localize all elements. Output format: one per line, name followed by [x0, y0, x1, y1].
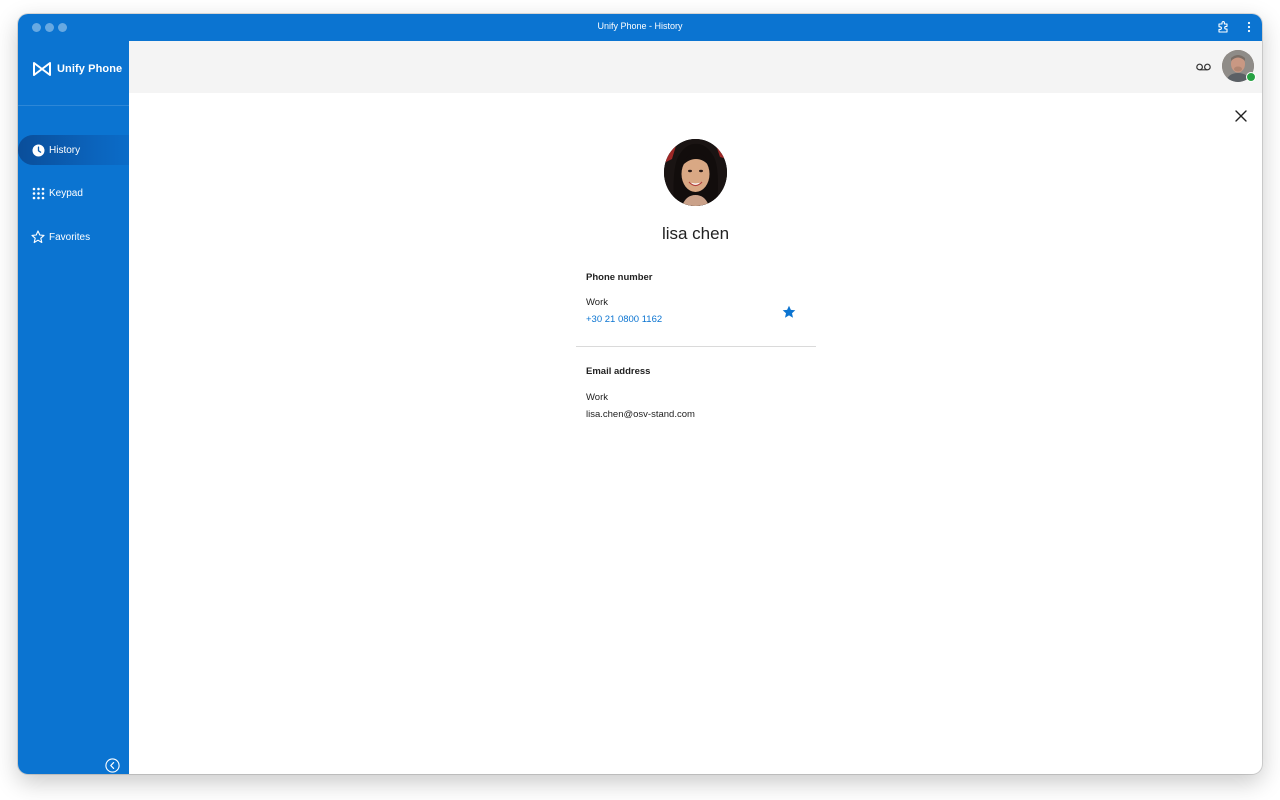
contact-avatar: [664, 139, 727, 206]
collapse-sidebar-button[interactable]: [104, 757, 120, 773]
favorite-toggle-button[interactable]: [781, 304, 797, 320]
voicemail-button[interactable]: [1195, 59, 1211, 75]
app-window: Unify Phone - History Unify Phone Histor…: [18, 14, 1262, 774]
clock-icon: [31, 143, 45, 157]
star-filled-icon: [782, 305, 796, 319]
phone-type-label: Work: [586, 297, 608, 308]
presence-available-icon: [1246, 72, 1256, 82]
sidebar-item-label: Keypad: [49, 187, 83, 199]
close-icon: [1235, 110, 1247, 122]
section-divider: [576, 346, 816, 347]
sidebar-item-history[interactable]: History: [18, 135, 129, 165]
unify-logo-icon: [32, 61, 52, 77]
close-button[interactable]: [1233, 108, 1249, 124]
sidebar-item-label: History: [49, 144, 81, 156]
title-bar: Unify Phone - History: [18, 14, 1262, 41]
user-avatar[interactable]: [1222, 50, 1256, 82]
top-bar: [129, 41, 1262, 93]
brand-name: Unify Phone: [57, 63, 123, 75]
brand[interactable]: Unify Phone: [32, 59, 122, 79]
phone-number-link[interactable]: +30 21 0800 1162: [586, 314, 662, 325]
sidebar: Unify Phone History Keypad Favorites: [18, 41, 129, 774]
extension-icon[interactable]: [1215, 19, 1231, 35]
window-title: Unify Phone - History: [597, 21, 683, 31]
sidebar-item-keypad[interactable]: Keypad: [18, 178, 129, 208]
sidebar-item-label: Favorites: [49, 231, 91, 243]
more-vertical-icon[interactable]: [1241, 19, 1257, 35]
contact-name: lisa chen: [661, 224, 730, 243]
email-type-label: Work: [586, 392, 608, 403]
sidebar-item-favorites[interactable]: Favorites: [18, 222, 129, 252]
voicemail-icon: [1195, 63, 1211, 71]
chevron-left-circle-icon: [104, 757, 120, 773]
star-outline-icon: [31, 230, 45, 244]
keypad-icon: [31, 186, 45, 200]
email-address[interactable]: lisa.chen@osv-stand.com: [586, 409, 695, 420]
phone-section-title: Phone number: [586, 272, 653, 283]
email-section-title: Email address: [586, 366, 651, 377]
sidebar-divider: [18, 105, 129, 106]
